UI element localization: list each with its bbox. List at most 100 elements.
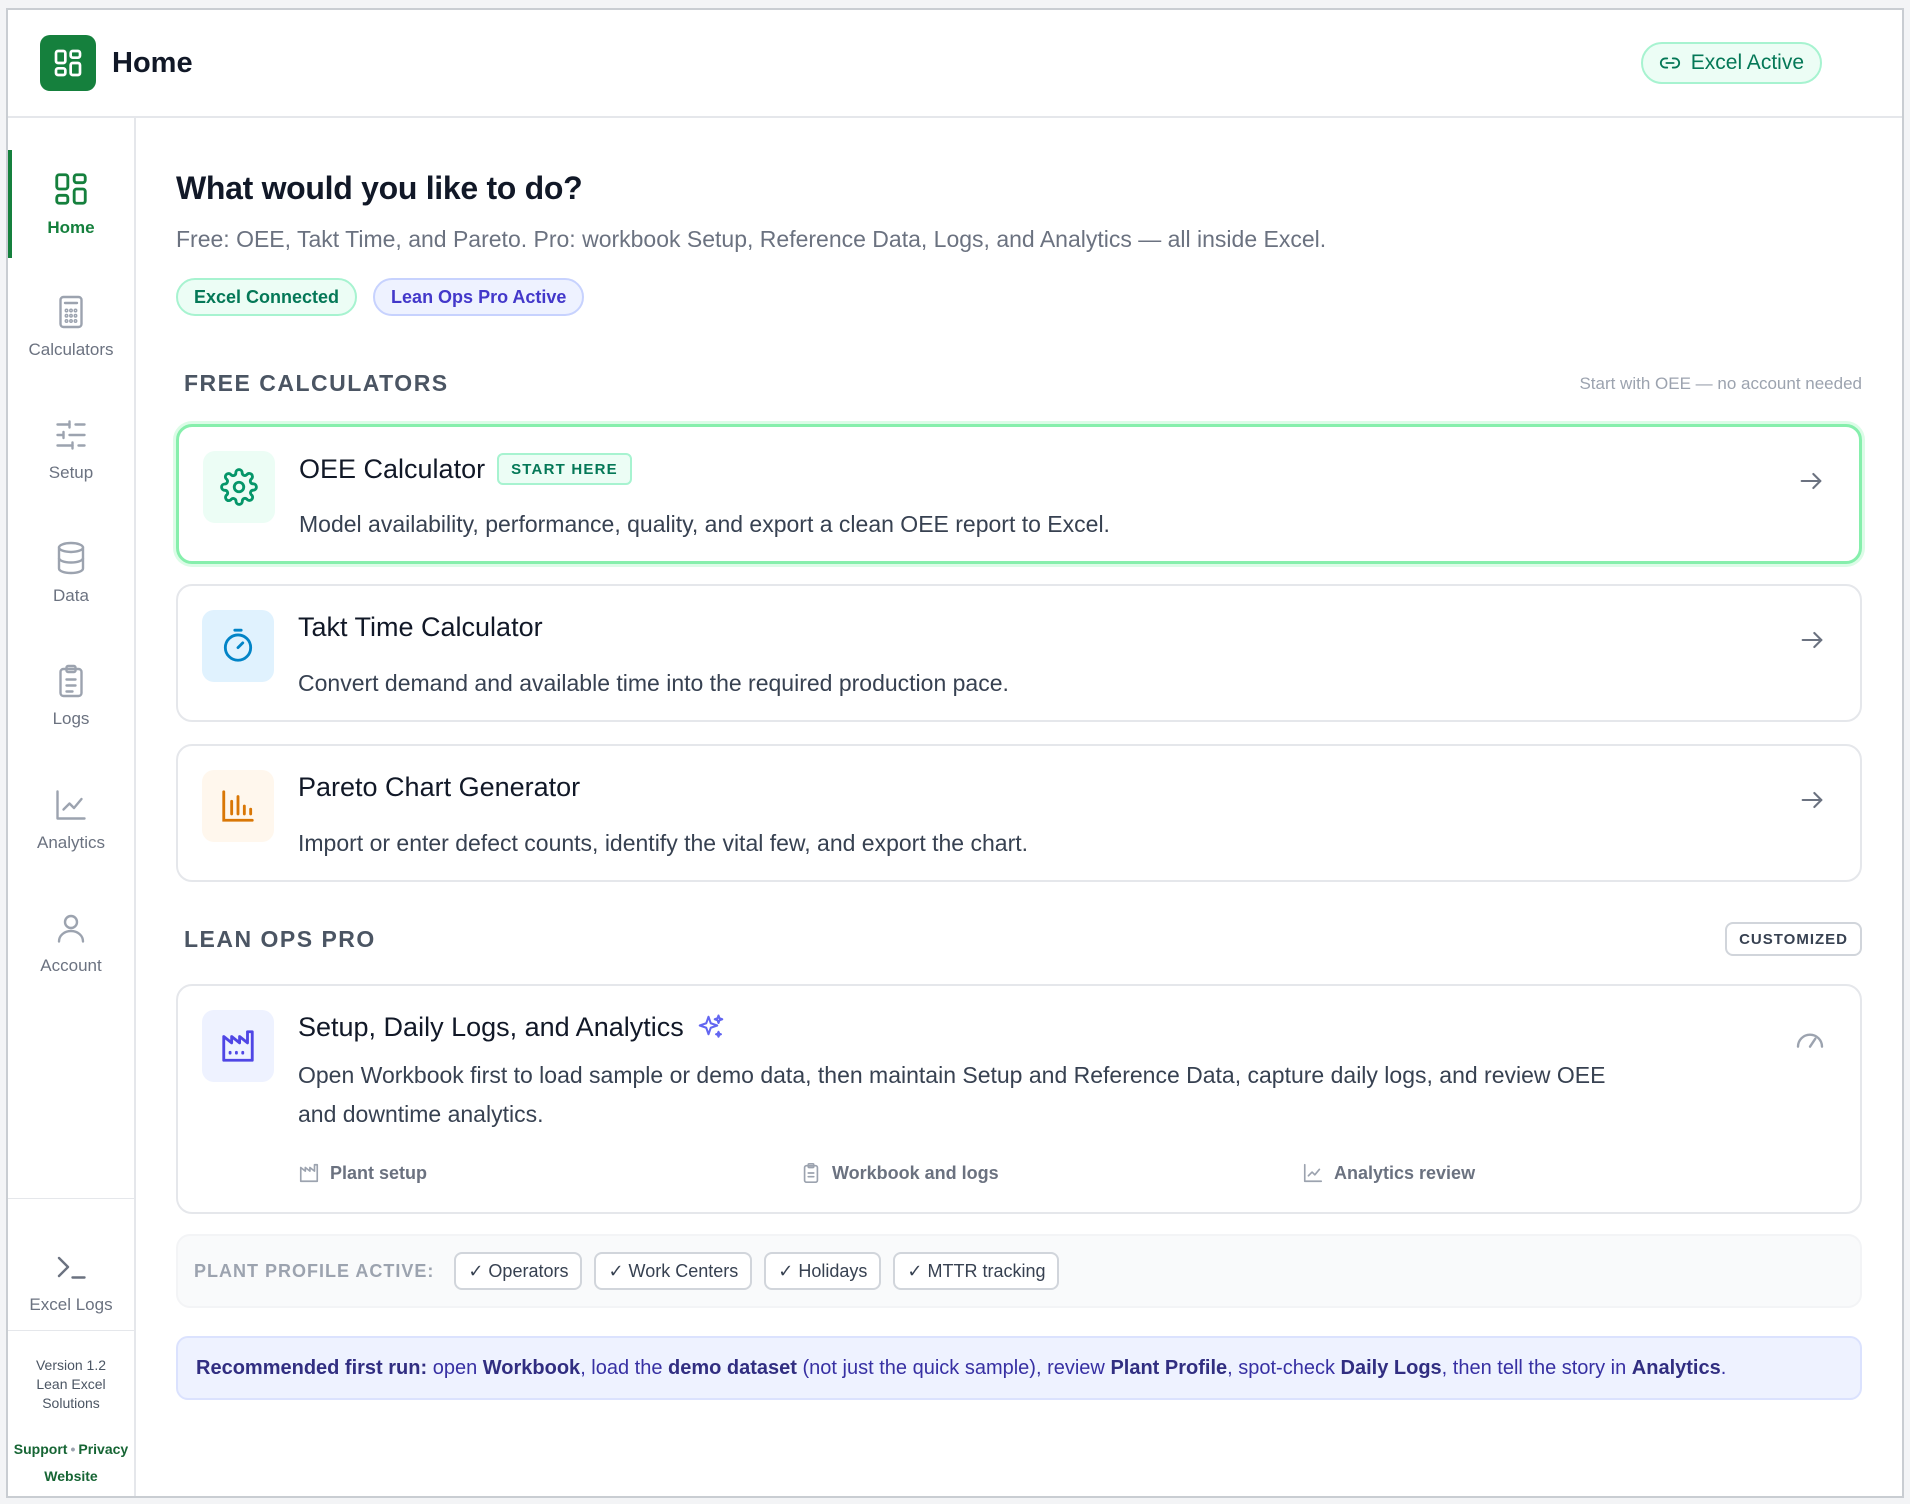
pro-card-description-line2: and downtime analytics. (298, 1101, 544, 1127)
sidebar-item-account[interactable]: Account (8, 889, 134, 997)
company-name-line1: Lean Excel (36, 1376, 106, 1392)
feature-label: Plant setup (330, 1162, 428, 1183)
page-title: Home (112, 46, 193, 79)
line-chart-icon (1303, 1163, 1323, 1183)
excel-status-badge[interactable]: Excel Active (1640, 42, 1822, 84)
stopwatch-icon (223, 628, 253, 662)
reco-text: . (1720, 1356, 1727, 1379)
reco-workbook: Workbook (482, 1356, 581, 1379)
sidebar-item-label: Analytics (36, 833, 106, 852)
pro-card-title-row: Setup, Daily Logs, and Analytics (298, 1012, 726, 1043)
pro-card-description-line1: Open Workbook first to load sample or de… (298, 1062, 1606, 1088)
pareto-icon-box (202, 770, 274, 842)
free-calculators-note: Start with OEE — no account needed (1579, 374, 1862, 393)
reco-daily-logs: Daily Logs (1340, 1356, 1442, 1379)
reco-text: , load the (580, 1356, 669, 1379)
sidebar-item-label: Setup (48, 463, 94, 482)
reco-text: (not just the quick sample), review (796, 1356, 1111, 1379)
takt-card-description: Convert demand and available time into t… (298, 670, 1009, 696)
database-icon (57, 541, 85, 575)
sidebar-item-data[interactable]: Data (8, 519, 134, 627)
sidebar-item-calculators[interactable]: Calculators (8, 273, 134, 381)
sidebar-item-analytics[interactable]: Analytics (8, 766, 134, 874)
sidebar: Home Calculators Setup Data Logs Analyti… (8, 118, 136, 1496)
setup-logs-analytics-card[interactable]: Setup, Daily Logs, and Analytics Open Wo… (176, 984, 1862, 1214)
factory-icon (222, 1030, 254, 1062)
footer-links: Support • Privacy Website (8, 1436, 134, 1490)
takt-icon-box (202, 610, 274, 682)
excel-connected-badge: Excel Connected (176, 278, 358, 316)
version-info: Version 1.2 Lean Excel Solutions (8, 1356, 134, 1413)
sidebar-item-excel-logs[interactable]: Excel Logs (8, 1228, 134, 1336)
profile-chip-operators: ✓ Operators (454, 1252, 583, 1290)
customized-badge: CUSTOMIZED (1725, 922, 1862, 956)
link-icon (1659, 57, 1680, 69)
arrow-right-icon (1800, 472, 1822, 490)
arrow-right-icon (1801, 631, 1823, 649)
bar-chart-icon (222, 790, 254, 822)
terminal-icon (57, 1256, 86, 1279)
arrow-right-icon (1801, 791, 1823, 809)
feature-analytics-review: Analytics review (1302, 1162, 1475, 1184)
recommendation-banner: Recommended first run: open Workbook, lo… (176, 1336, 1862, 1400)
gauge-icon (1796, 1033, 1824, 1048)
takt-time-card[interactable]: Takt Time Calculator Convert demand and … (176, 584, 1862, 722)
sparkles-icon (698, 1014, 723, 1038)
reco-demo-dataset: demo dataset (668, 1356, 797, 1379)
takt-card-title: Takt Time Calculator (298, 612, 543, 642)
feature-workbook-logs: Workbook and logs (800, 1162, 999, 1184)
line-chart-icon (56, 790, 86, 820)
sidebar-item-setup[interactable]: Setup (8, 396, 134, 504)
pro-active-badge: Lean Ops Pro Active (373, 278, 585, 316)
pareto-chart-card[interactable]: Pareto Chart Generator Import or enter d… (176, 744, 1862, 882)
sidebar-item-label: Calculators (28, 340, 114, 359)
reco-text: open (427, 1356, 483, 1379)
website-link[interactable]: Website (8, 1463, 134, 1490)
start-here-tag: START HERE (497, 453, 632, 485)
pro-card-description: Open Workbook first to load sample or de… (298, 1056, 1605, 1134)
reco-text: , spot-check (1227, 1356, 1341, 1379)
plant-profile-label: PLANT PROFILE ACTIVE: (194, 1260, 435, 1281)
grid-icon (55, 173, 87, 205)
app-logo (40, 35, 96, 91)
reco-analytics: Analytics (1631, 1356, 1721, 1379)
pareto-card-description: Import or enter defect counts, identify … (298, 830, 1029, 856)
app-window: Home Excel Active Home Calculators Setup… (6, 8, 1904, 1498)
sidebar-item-label: Home (47, 218, 95, 237)
pro-icon-box (202, 1010, 274, 1082)
status-pills: Excel Connected Lean Ops Pro Active (176, 278, 585, 316)
main-subtitle: Free: OEE, Takt Time, and Pareto. Pro: w… (176, 226, 1327, 252)
calculator-icon (59, 295, 83, 329)
recommendation-lead: Recommended first run: (196, 1356, 428, 1379)
clipboard-icon (59, 664, 83, 698)
link-separator: • (70, 1441, 76, 1457)
feature-label: Workbook and logs (832, 1162, 999, 1183)
plant-profile-bar: PLANT PROFILE ACTIVE: ✓ Operators ✓ Work… (176, 1234, 1862, 1308)
excel-status-label: Excel Active (1690, 51, 1804, 74)
reco-plant-profile: Plant Profile (1110, 1356, 1228, 1379)
oee-card-title: OEE Calculator (299, 453, 486, 484)
oee-icon-box (203, 451, 275, 523)
sidebar-item-logs[interactable]: Logs (8, 642, 134, 750)
free-calculators-heading: FREE CALCULATORS (184, 370, 449, 396)
clipboard-icon (803, 1163, 819, 1183)
user-icon (57, 914, 85, 943)
main-content: What would you like to do? Free: OEE, Ta… (136, 118, 1902, 1496)
main-heading: What would you like to do? (176, 170, 583, 206)
sidebar-item-label: Excel Logs (29, 1295, 113, 1314)
header: Home Excel Active (8, 10, 1902, 118)
factory-icon (299, 1163, 319, 1183)
profile-chip-work-centers: ✓ Work Centers (594, 1252, 753, 1290)
feature-plant-setup: Plant setup (298, 1162, 427, 1184)
sidebar-item-home[interactable]: Home (8, 150, 134, 258)
oee-calculator-card[interactable]: OEE Calculator START HERE Model availabi… (176, 424, 1862, 564)
privacy-link[interactable]: Privacy (78, 1441, 128, 1457)
sidebar-divider (8, 1198, 134, 1199)
company-name-line2: Solutions (42, 1395, 100, 1411)
sidebar-divider (8, 1330, 134, 1331)
support-link[interactable]: Support (14, 1441, 68, 1457)
grid-icon (54, 49, 82, 77)
version-label: Version 1.2 (35, 1357, 107, 1373)
gear-icon (220, 468, 258, 506)
card-title: OEE Calculator START HERE (299, 453, 632, 485)
